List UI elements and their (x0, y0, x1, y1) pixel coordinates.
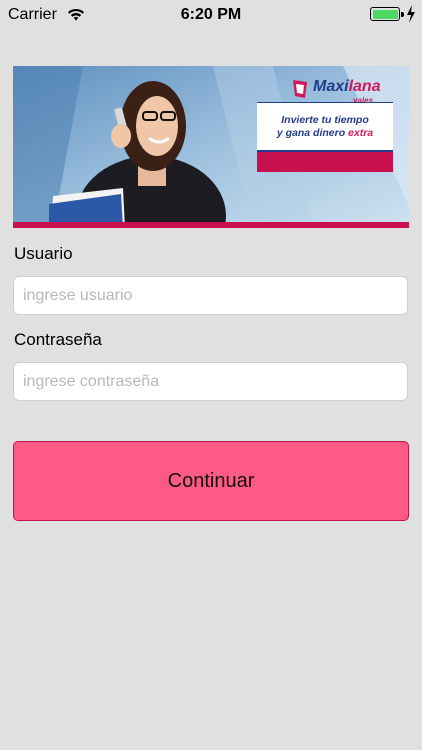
tagline-extra: extra (348, 127, 374, 139)
user-input[interactable] (13, 276, 408, 315)
brand-name-accent: lana (348, 78, 381, 95)
tagline-box: Invierte tu tiempo y gana dinero extra (257, 102, 393, 153)
tagline-line-2-text: y gana dinero (276, 127, 346, 139)
brand-name-main: Maxi (313, 78, 349, 95)
tagline-line-1: Invierte tu tiempo (281, 114, 369, 126)
password-label: Contraseña (14, 330, 102, 349)
promo-banner: Maxilana vales Invierte tu tiempo y gana… (13, 66, 409, 228)
battery-tip (401, 11, 404, 17)
charging-bolt-icon (407, 5, 415, 23)
user-label: Usuario (14, 244, 73, 263)
tagline-accent-bar (257, 152, 393, 172)
status-bar: Carrier 6:20 PM (0, 0, 422, 30)
status-time: 6:20 PM (180, 6, 242, 23)
tagline-line-2: y gana dinero extra (257, 127, 393, 139)
banner-accent-stripe (13, 222, 409, 228)
continue-button[interactable]: Continuar (13, 441, 409, 521)
password-input[interactable] (13, 362, 408, 401)
brand-name: Maxilana (313, 78, 381, 96)
battery-level (372, 9, 398, 19)
battery-icon (370, 7, 404, 21)
